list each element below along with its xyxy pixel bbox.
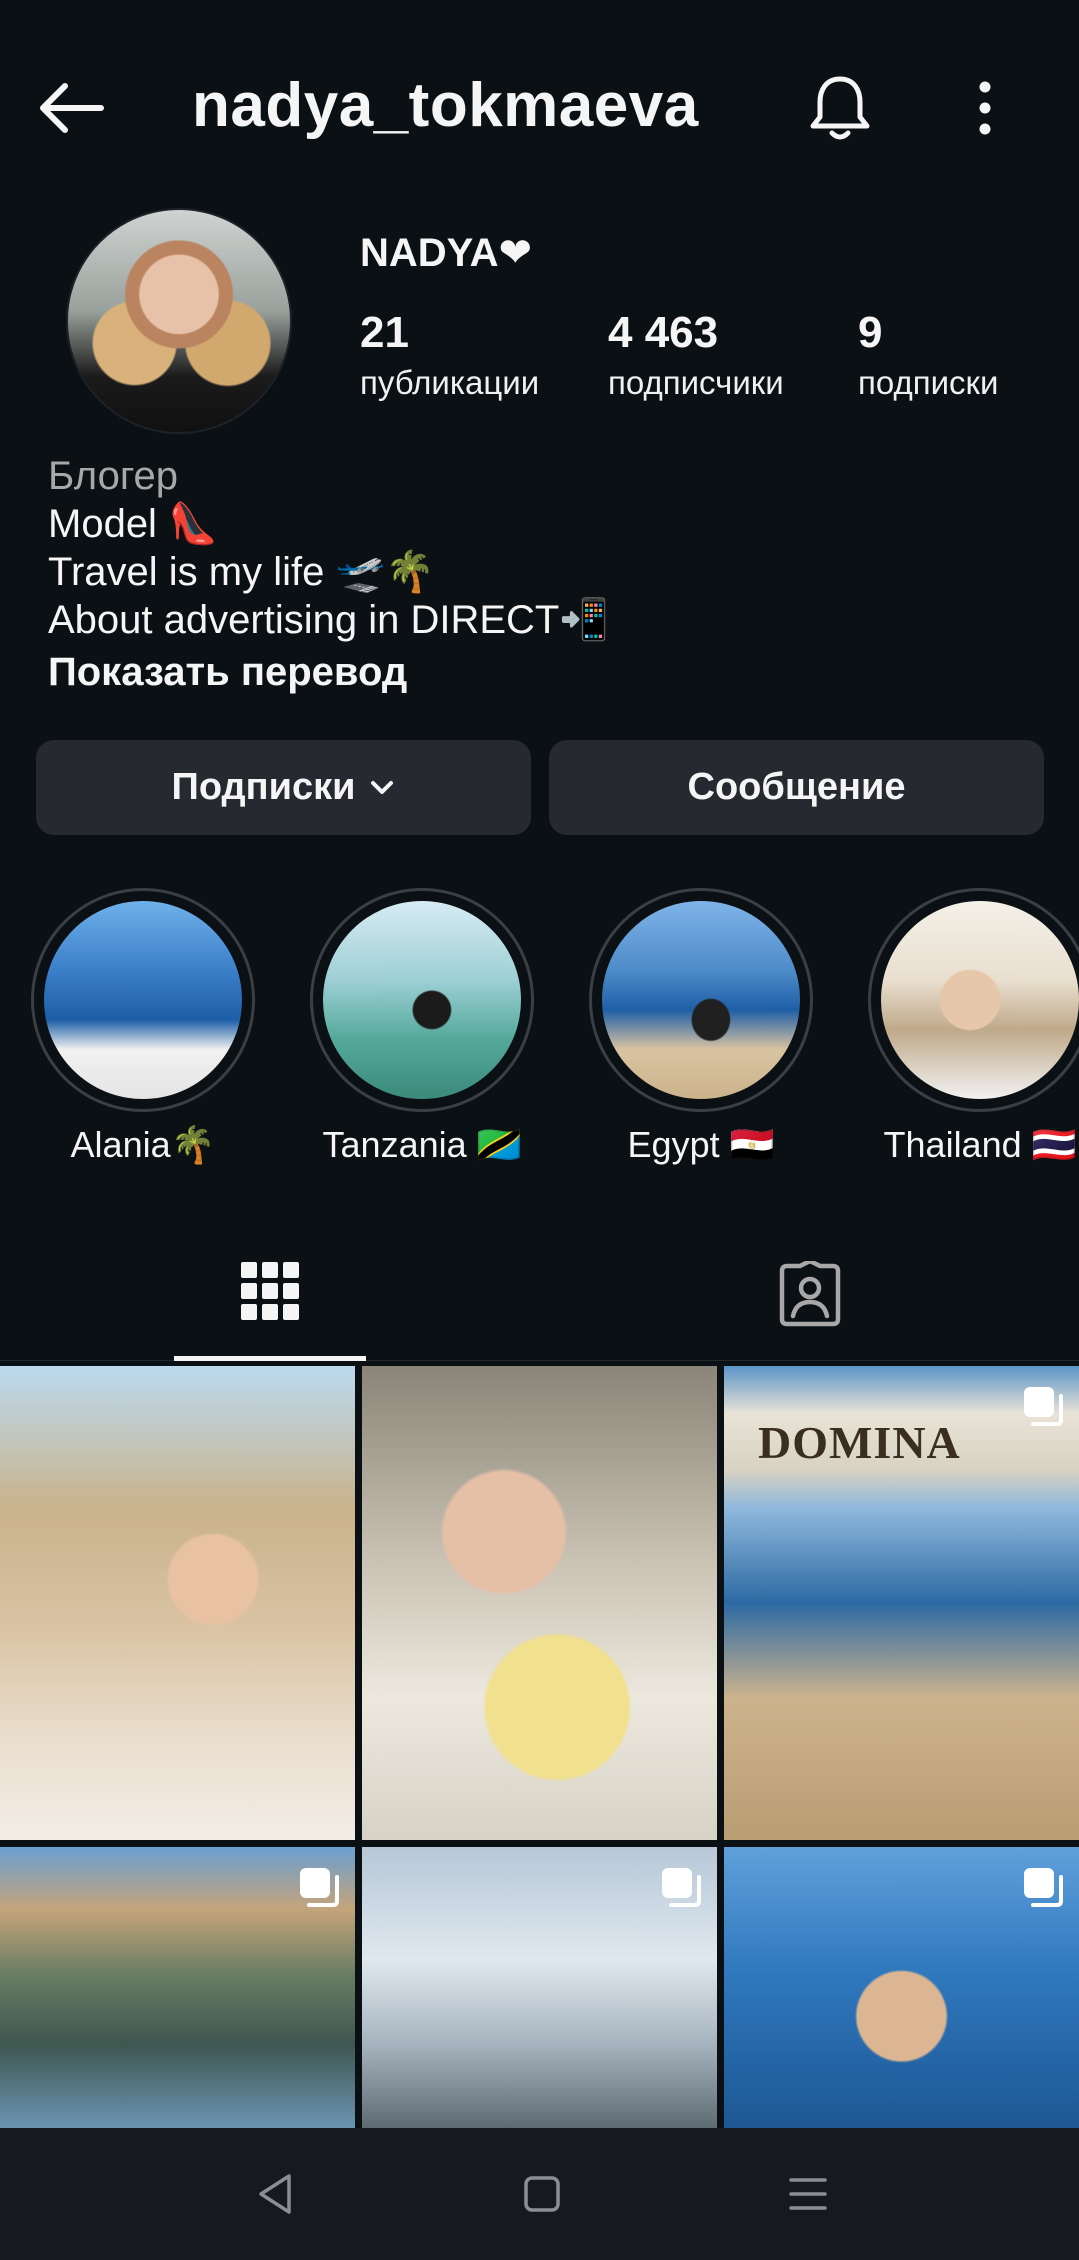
highlight-ring bbox=[310, 888, 534, 1112]
following-button[interactable]: Подписки bbox=[36, 740, 531, 835]
carousel-icon bbox=[1024, 1387, 1063, 1426]
highlight-item[interactable]: Alania🌴 bbox=[23, 888, 263, 1166]
carousel-icon bbox=[662, 1868, 701, 1907]
highlight-ring bbox=[31, 888, 255, 1112]
square-home-icon bbox=[524, 2176, 560, 2212]
followers-count[interactable]: 4 463 подписчики bbox=[608, 308, 784, 402]
post-thumbnail[interactable] bbox=[724, 1847, 1079, 2129]
highlight-thumbnail bbox=[44, 901, 242, 1099]
profile-avatar[interactable] bbox=[66, 208, 292, 434]
post-thumbnail[interactable] bbox=[0, 1847, 355, 2129]
arrow-left-icon bbox=[40, 83, 104, 133]
highlight-thumbnail bbox=[323, 901, 521, 1099]
highlight-name: Thailand 🇹🇭 bbox=[883, 1124, 1077, 1165]
highlight-thumbnail bbox=[881, 901, 1079, 1099]
stat-value: 9 bbox=[858, 308, 883, 357]
bio-category: Блогер bbox=[48, 454, 179, 498]
more-options-button[interactable] bbox=[945, 68, 1025, 148]
highlight-thumbnail bbox=[602, 901, 800, 1099]
system-recents-button[interactable] bbox=[778, 2164, 838, 2224]
stat-value: 4 463 bbox=[608, 308, 719, 357]
stat-label: подписчики bbox=[608, 364, 784, 401]
highlight-ring bbox=[868, 888, 1079, 1112]
stat-value: 21 bbox=[360, 308, 409, 357]
grid-icon bbox=[241, 1262, 299, 1320]
stat-label: подписки bbox=[858, 364, 999, 401]
back-button[interactable] bbox=[30, 68, 110, 148]
show-translation-link[interactable]: Показать перевод bbox=[48, 648, 609, 696]
notifications-button[interactable] bbox=[800, 68, 880, 148]
post-sign-text: DOMINA bbox=[758, 1417, 961, 1468]
stat-label: публикации bbox=[360, 364, 540, 401]
system-navigation-bar bbox=[0, 2128, 1079, 2260]
system-back-button[interactable] bbox=[245, 2164, 305, 2224]
post-thumbnail[interactable] bbox=[362, 1847, 717, 2129]
tagged-icon bbox=[779, 1260, 841, 1326]
tab-posts-grid[interactable] bbox=[174, 1226, 366, 1361]
profile-tabs bbox=[0, 1226, 1079, 1361]
following-button-label: Подписки bbox=[171, 766, 356, 808]
following-count[interactable]: 9 подписки bbox=[858, 308, 998, 402]
bell-icon bbox=[810, 76, 870, 140]
highlight-ring bbox=[589, 888, 813, 1112]
message-button[interactable]: Сообщение bbox=[549, 740, 1044, 835]
profile-header: nadya_tokmaeva bbox=[0, 40, 1079, 180]
tab-tagged[interactable] bbox=[714, 1226, 906, 1361]
story-highlights: Alania🌴 Tanzania 🇹🇿 Egypt 🇪🇬 Thailand 🇹🇭 bbox=[0, 888, 1079, 1168]
message-button-label: Сообщение bbox=[687, 766, 906, 808]
profile-username: nadya_tokmaeva bbox=[192, 71, 699, 140]
highlight-name: Alania🌴 bbox=[70, 1124, 216, 1165]
menu-lines-icon bbox=[789, 2178, 827, 2210]
bio-line: Travel is my life 🛫🌴 bbox=[48, 550, 436, 594]
highlight-item[interactable]: Egypt 🇪🇬 bbox=[581, 888, 821, 1166]
profile-bio: Блогер Model 👠 Travel is my life 🛫🌴 Abou… bbox=[48, 452, 609, 696]
highlight-name: Egypt 🇪🇬 bbox=[627, 1124, 775, 1165]
post-thumbnail[interactable] bbox=[0, 1366, 355, 1840]
more-vertical-icon bbox=[979, 81, 991, 135]
bio-line: Model 👠 bbox=[48, 502, 218, 546]
chevron-down-icon bbox=[369, 779, 395, 797]
highlight-name: Tanzania 🇹🇿 bbox=[322, 1124, 522, 1165]
carousel-icon bbox=[1024, 1868, 1063, 1907]
post-thumbnail[interactable] bbox=[362, 1366, 717, 1840]
highlight-item[interactable]: Thailand 🇹🇭 bbox=[860, 888, 1079, 1166]
posts-count[interactable]: 21 публикации bbox=[360, 308, 539, 402]
post-thumbnail[interactable]: DOMINA bbox=[724, 1366, 1079, 1840]
display-name: NADYA❤ bbox=[360, 231, 533, 275]
carousel-icon bbox=[300, 1868, 339, 1907]
highlight-item[interactable]: Tanzania 🇹🇿 bbox=[302, 888, 542, 1166]
triangle-back-icon bbox=[259, 2174, 291, 2214]
bio-line: About advertising in DIRECT📲 bbox=[48, 598, 610, 642]
system-home-button[interactable] bbox=[512, 2164, 572, 2224]
